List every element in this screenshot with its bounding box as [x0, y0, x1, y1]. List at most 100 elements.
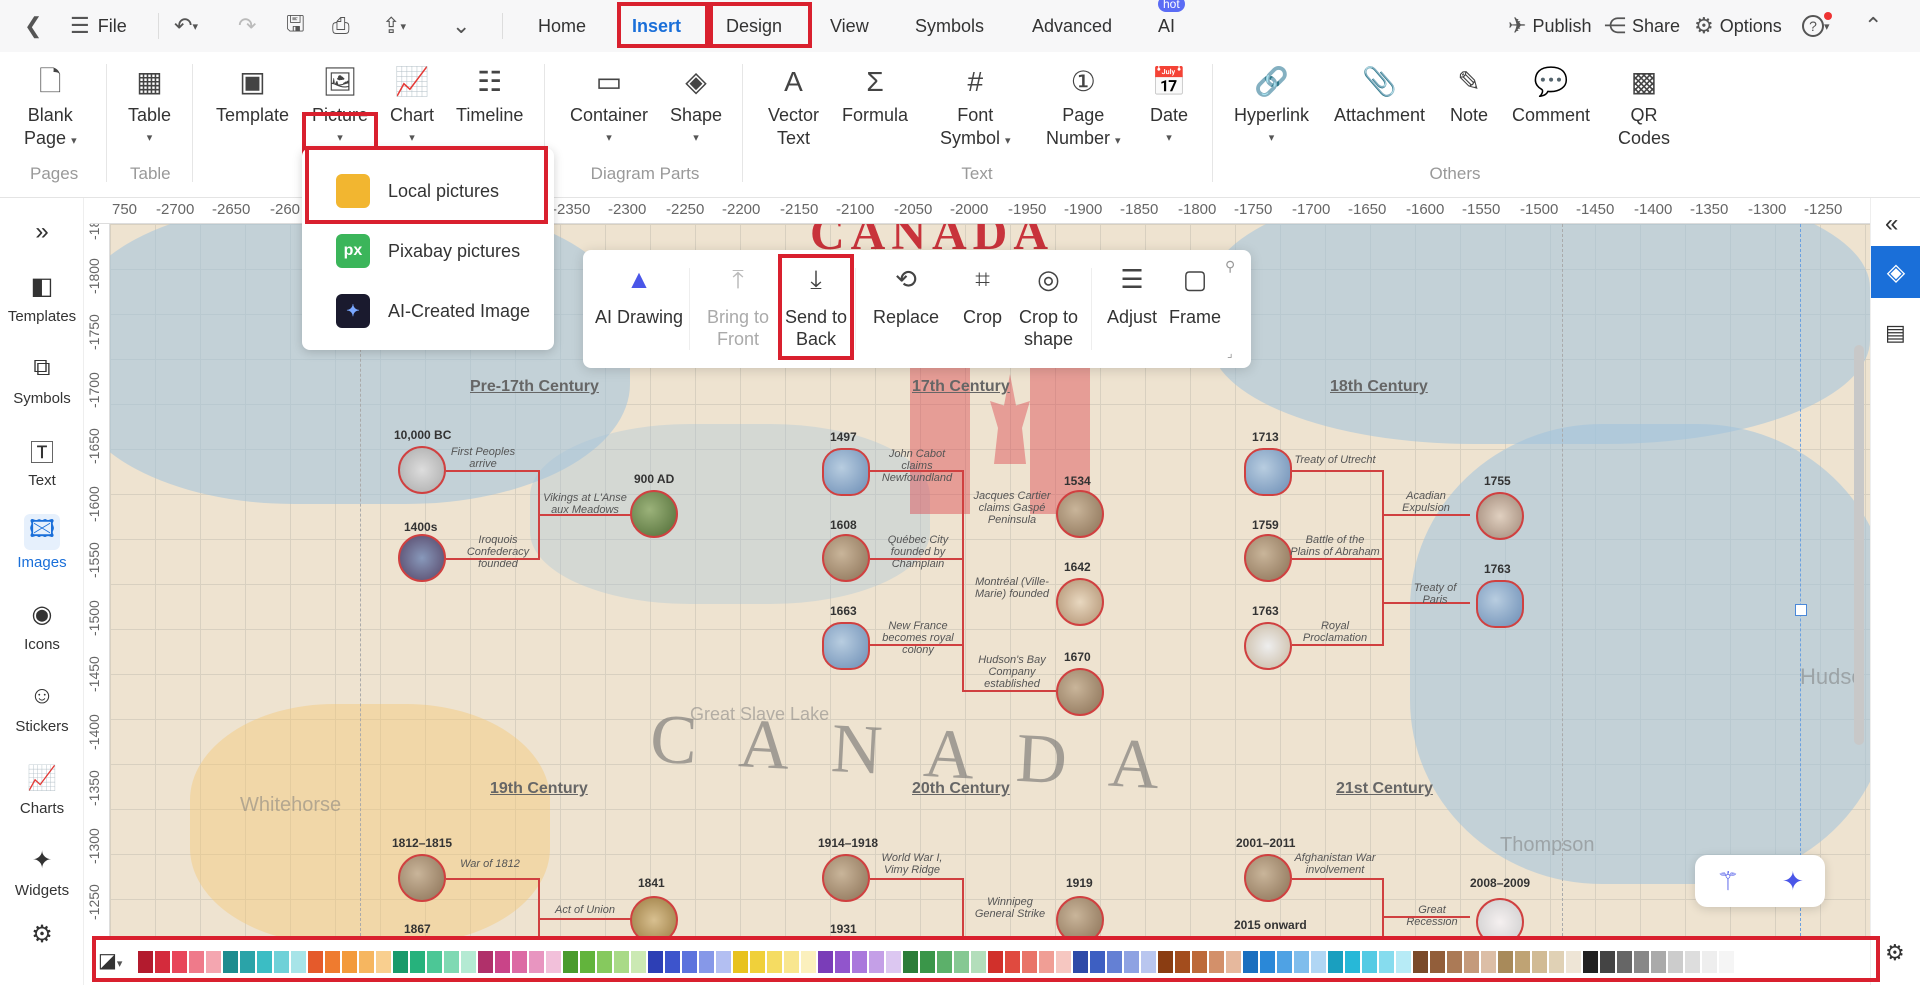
color-swatch[interactable]: [716, 951, 731, 973]
sidebar-item-charts[interactable]: 📈 Charts: [0, 760, 84, 818]
color-swatch[interactable]: [1634, 951, 1649, 973]
color-swatch[interactable]: [1039, 951, 1054, 973]
color-swatch[interactable]: [699, 951, 714, 973]
hyperlink-button[interactable]: 🔗 Hyperlink ▾: [1234, 64, 1309, 150]
pin-icon[interactable]: ⚲: [1225, 258, 1235, 275]
blank-page-button[interactable]: 🗋 Blank Page ▾: [24, 64, 77, 153]
color-swatch[interactable]: [1226, 951, 1241, 973]
color-swatch[interactable]: [1141, 951, 1156, 973]
color-swatch[interactable]: [1379, 951, 1394, 973]
color-swatch[interactable]: [1192, 951, 1207, 973]
redo-icon[interactable]: ↷: [232, 6, 262, 46]
qr-codes-button[interactable]: ▩ QR Codes: [1618, 64, 1670, 150]
sidebar-item-images[interactable]: 🖾 Images: [0, 514, 84, 571]
magic-wand-icon[interactable]: ⚚: [1716, 866, 1739, 897]
color-swatch[interactable]: [920, 951, 935, 973]
color-swatch[interactable]: [665, 951, 680, 973]
color-swatch[interactable]: [223, 951, 238, 973]
share-button[interactable]: ⋲ Share: [1598, 6, 1686, 46]
color-swatch[interactable]: [1413, 951, 1428, 973]
color-swatch[interactable]: [138, 951, 153, 973]
color-swatch[interactable]: [784, 951, 799, 973]
color-swatch[interactable]: [767, 951, 782, 973]
replace-button[interactable]: ⟲ Replace: [873, 266, 939, 328]
frame-button[interactable]: ▢ Frame: [1169, 266, 1221, 328]
menu-symbols[interactable]: Symbols: [895, 4, 1004, 48]
color-swatch[interactable]: [1447, 951, 1462, 973]
color-swatch[interactable]: [1124, 951, 1139, 973]
adjust-button[interactable]: ☰ Adjust: [1107, 266, 1157, 328]
more-icon[interactable]: ⌄: [446, 6, 476, 46]
color-swatch[interactable]: [427, 951, 442, 973]
color-swatch[interactable]: [529, 951, 544, 973]
color-swatch[interactable]: [240, 951, 255, 973]
event-image[interactable]: [1056, 490, 1104, 538]
event-image[interactable]: [1056, 578, 1104, 626]
export-icon[interactable]: ⇪ ▾: [376, 6, 412, 46]
sidebar-item-icons[interactable]: ◉ Icons: [0, 596, 84, 654]
color-swatch[interactable]: [1362, 951, 1377, 973]
shape-button[interactable]: ◈ Shape ▾: [670, 64, 722, 150]
event-image[interactable]: [822, 854, 870, 902]
event-image[interactable]: [1244, 622, 1292, 670]
help-icon[interactable]: ? ▾: [1796, 6, 1836, 46]
date-button[interactable]: 📅 Date ▾: [1150, 64, 1188, 150]
event-image[interactable]: [1476, 492, 1524, 540]
sidebar-item-stickers[interactable]: ☺ Stickers: [0, 678, 84, 735]
color-swatch[interactable]: [1294, 951, 1309, 973]
save-icon[interactable]: 🖫: [280, 6, 311, 46]
color-swatch[interactable]: [1702, 951, 1717, 973]
attachment-button[interactable]: 📎 Attachment: [1334, 64, 1425, 127]
color-swatch[interactable]: [1090, 951, 1105, 973]
crop-to-shape-button[interactable]: ◎ Crop to shape: [1019, 266, 1078, 350]
event-image[interactable]: [1244, 854, 1292, 902]
color-swatch[interactable]: [1396, 951, 1411, 973]
color-swatch[interactable]: [512, 951, 527, 973]
event-image[interactable]: [630, 490, 678, 538]
color-swatch[interactable]: [546, 951, 561, 973]
template-button[interactable]: ▣ Template: [216, 64, 289, 127]
color-swatch[interactable]: [1260, 951, 1275, 973]
color-swatch[interactable]: [903, 951, 918, 973]
color-swatch[interactable]: [342, 951, 357, 973]
container-button[interactable]: ▭ Container ▾: [570, 64, 648, 150]
color-swatch[interactable]: [682, 951, 697, 973]
color-swatch[interactable]: [1158, 951, 1173, 973]
color-swatch[interactable]: [1328, 951, 1343, 973]
send-to-back-button[interactable]: ⤓ Send to Back: [785, 266, 847, 350]
crop-button[interactable]: ⌗ Crop: [963, 266, 1002, 328]
color-swatch[interactable]: [733, 951, 748, 973]
color-swatch[interactable]: [1685, 951, 1700, 973]
color-swatch[interactable]: [954, 951, 969, 973]
color-swatch[interactable]: [1022, 951, 1037, 973]
color-swatch[interactable]: [257, 951, 272, 973]
sidebar-item-widgets[interactable]: ✦ Widgets: [0, 842, 84, 900]
color-swatch[interactable]: [648, 951, 663, 973]
color-swatch[interactable]: [308, 951, 323, 973]
color-swatch[interactable]: [580, 951, 595, 973]
menu-advanced[interactable]: Advanced: [1012, 4, 1132, 48]
color-swatch[interactable]: [376, 951, 391, 973]
color-swatch[interactable]: [1073, 951, 1088, 973]
settings-icon[interactable]: ⚙: [1885, 940, 1905, 966]
color-swatch[interactable]: [155, 951, 170, 973]
comment-button[interactable]: 💬 Comment: [1512, 64, 1590, 127]
color-swatch[interactable]: [1719, 951, 1734, 973]
event-image[interactable]: [398, 534, 446, 582]
color-swatch[interactable]: [869, 951, 884, 973]
color-swatch[interactable]: [631, 951, 646, 973]
color-swatch[interactable]: [410, 951, 425, 973]
color-swatch[interactable]: [597, 951, 612, 973]
color-swatch[interactable]: [461, 951, 476, 973]
color-swatch[interactable]: [478, 951, 493, 973]
event-image[interactable]: [398, 446, 446, 494]
file-menu[interactable]: ☰ File: [64, 6, 133, 46]
sidebar-item-text[interactable]: 🅃 Text: [0, 432, 84, 490]
local-pictures-item[interactable]: Local pictures: [336, 174, 499, 208]
page-panel-icon[interactable]: ▤: [1885, 320, 1906, 346]
color-swatch[interactable]: [495, 951, 510, 973]
color-swatch[interactable]: [818, 951, 833, 973]
color-swatch[interactable]: [1515, 951, 1530, 973]
color-swatch[interactable]: [1311, 951, 1326, 973]
color-swatch[interactable]: [1651, 951, 1666, 973]
